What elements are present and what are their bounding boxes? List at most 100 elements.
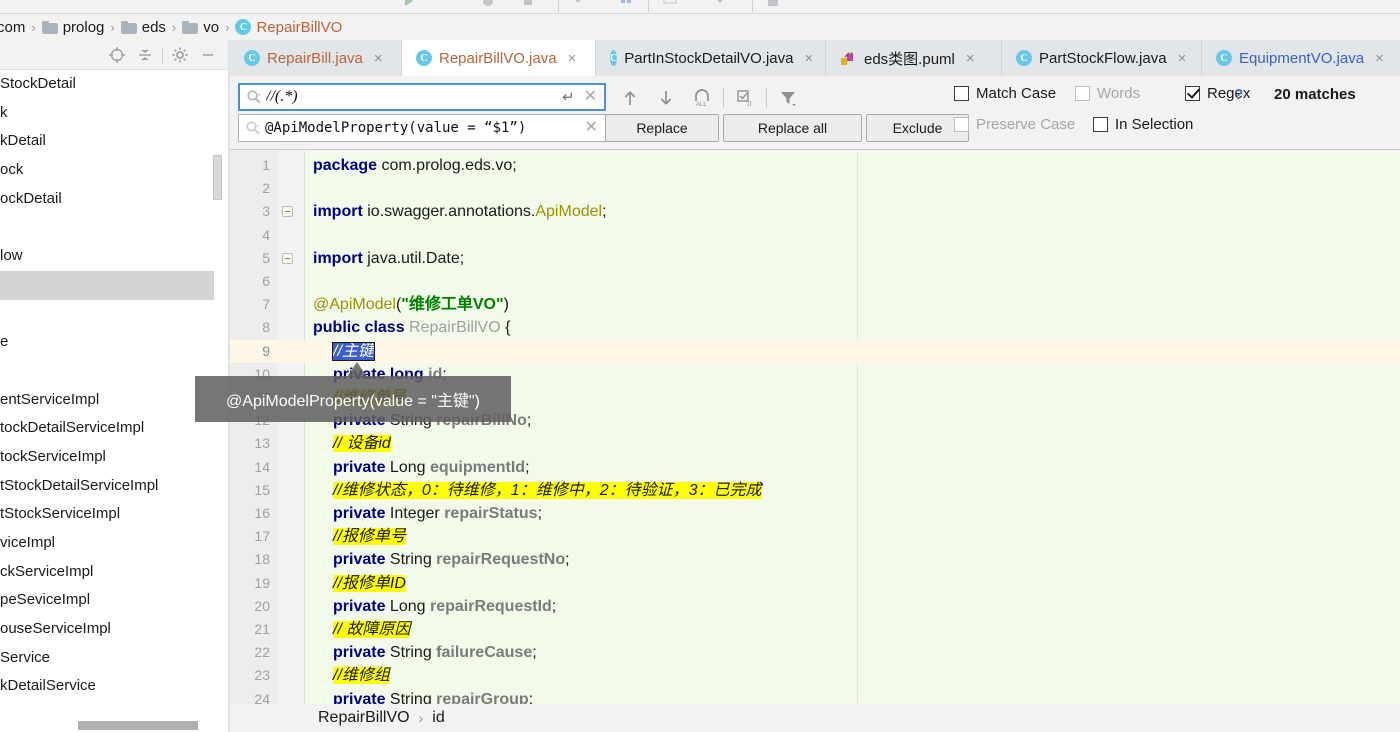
clear-search-icon[interactable]: ✕ [581, 89, 600, 105]
project-tree-item[interactable]: kDetailService [0, 672, 214, 701]
code-line[interactable]: 22 private String failureCause; [230, 641, 1400, 664]
code-fold-toggle-icon[interactable] [282, 206, 293, 218]
editor-tab-partinstockdetailvojava[interactable]: C PartInStockDetailVO.java × [596, 40, 826, 76]
project-tree-item[interactable] [0, 270, 214, 300]
status-breadcrumb-member[interactable]: id [432, 709, 444, 727]
hide-panel-icon[interactable] [194, 43, 222, 67]
project-tree-item[interactable]: tockServiceImpl [0, 443, 214, 472]
find-nav-toolbar[interactable]: ALL II [612, 84, 806, 112]
project-tree-item[interactable]: k [0, 99, 214, 128]
project-tree-item[interactable]: ock [0, 156, 214, 185]
project-tree-item[interactable]: e [0, 328, 214, 357]
find-replace-panel[interactable]: //(.*) ↵ ✕ @ApiModelProperty(value = “$1… [230, 76, 1400, 150]
regex-help-icon[interactable]: ? [1234, 86, 1243, 103]
project-tree-item[interactable]: ckServiceImpl [0, 558, 214, 587]
editor-tab-close-icon[interactable]: × [1178, 51, 1187, 66]
code-line[interactable]: 7 @ApiModel("维修工单VO") [230, 293, 1400, 316]
match-case-checkbox[interactable] [954, 86, 969, 101]
project-tree-item[interactable] [0, 213, 214, 242]
save-icon[interactable] [765, 0, 781, 9]
match-case-option[interactable]: Match Case [954, 85, 1056, 102]
code-line[interactable]: 5 import java.util.Date; [230, 247, 1400, 270]
editor-tab-edspuml[interactable]: eds类图.puml × [826, 40, 1002, 76]
in-selection-option[interactable]: In Selection [1093, 116, 1193, 133]
scrollbar-thumb[interactable] [213, 155, 222, 200]
project-tree[interactable]: StockDetail k kDetail ock ockDetail low e entSe… [0, 70, 214, 732]
search-input[interactable]: //(.*) ↵ ✕ [238, 83, 606, 111]
regex-checkbox[interactable] [1185, 86, 1200, 101]
filter-icon[interactable] [770, 84, 806, 112]
code-line[interactable]: 2 [230, 177, 1400, 200]
code-line[interactable]: 18 private String repairRequestNo; [230, 548, 1400, 571]
in-selection-checkbox[interactable] [1093, 117, 1108, 132]
project-tree-item[interactable] [0, 357, 214, 386]
code-line[interactable]: 3 import io.swagger.annotations.ApiModel; [230, 200, 1400, 223]
project-tree-item[interactable]: ockDetail [0, 185, 214, 214]
breadcrumb-item-com[interactable]: com [0, 15, 27, 39]
breadcrumb[interactable]: com › prolog › eds › vo › C RepairBillVO [0, 14, 1400, 40]
project-tree-item[interactable]: StockDetail [0, 70, 214, 99]
editor-tab-repairbillvojava[interactable]: C RepairBillVO.java × [402, 40, 596, 76]
project-tree-hscrollbar[interactable] [78, 721, 198, 730]
code-line[interactable]: 19 //报修单ID [230, 572, 1400, 595]
breadcrumb-item-prolog[interactable]: prolog [40, 15, 107, 39]
project-panel-toolbar[interactable] [0, 40, 230, 70]
enter-arrow-icon[interactable]: ↵ [560, 88, 577, 106]
editor-tab-close-icon[interactable]: × [1375, 51, 1384, 66]
project-tree-item[interactable]: low [0, 242, 214, 271]
project-tree-item[interactable] [0, 300, 214, 329]
chevron-down-icon[interactable] [570, 0, 586, 9]
project-tree-item[interactable]: peSeviceImpl [0, 586, 214, 615]
project-tree-item[interactable]: kDetail [0, 127, 214, 156]
project-tree-item[interactable]: Service [0, 644, 214, 673]
run-icon[interactable] [400, 0, 416, 9]
replace-button[interactable]: Replace [605, 114, 719, 142]
project-tree-item[interactable]: tStockDetailServiceImpl [0, 472, 214, 501]
code-editor[interactable]: 1 package com.prolog.eds.vo; 2 3 import io.s… [230, 151, 1400, 704]
main-toolbar[interactable] [0, 0, 1400, 14]
editor-tab-close-icon[interactable]: × [568, 51, 577, 66]
code-line[interactable]: 13 // 设备id [230, 432, 1400, 455]
status-breadcrumb-class[interactable]: RepairBillVO [318, 709, 410, 727]
editor-tab-bar[interactable]: C RepairBill.java × C RepairBillVO.java × C Par… [230, 40, 1400, 76]
code-line[interactable]: 14 private Long equipmentId; [230, 456, 1400, 479]
breadcrumb-item-repairbillvo[interactable]: C RepairBillVO [233, 15, 344, 39]
preserve-case-checkbox[interactable] [954, 117, 969, 132]
select-all-occurrences-icon[interactable]: ALL [684, 84, 720, 112]
debug-icon[interactable] [480, 0, 496, 9]
scroll-from-source-icon[interactable] [103, 43, 131, 67]
editor-tab-close-icon[interactable]: × [374, 51, 383, 66]
words-option[interactable]: Words [1075, 85, 1140, 102]
code-line[interactable]: 17 //报修单号 [230, 525, 1400, 548]
multiline-mode-icon[interactable]: II [727, 84, 763, 112]
project-tree-item[interactable]: viceImpl [0, 529, 214, 558]
preserve-case-option[interactable]: Preserve Case [954, 116, 1075, 133]
code-line[interactable]: 15 //维修状态，0：待维修，1：维修中，2：待验证，3：已完成 [230, 479, 1400, 502]
breadcrumb-item-eds[interactable]: eds [119, 15, 168, 39]
status-breadcrumb[interactable]: RepairBillVO › id [230, 704, 1400, 732]
project-tree-item[interactable]: tStockServiceImpl [0, 500, 214, 529]
code-line[interactable]: 20 private Long repairRequestId; [230, 595, 1400, 618]
code-line[interactable]: 16 private Integer repairStatus; [230, 502, 1400, 525]
code-line[interactable]: 24 private String repairGroup; [230, 688, 1400, 704]
editor-tab-close-icon[interactable]: × [804, 51, 813, 66]
code-line[interactable]: 23 //维修组 [230, 664, 1400, 687]
code-line[interactable]: 4 [230, 224, 1400, 247]
search-icon[interactable] [246, 89, 262, 105]
editor-tab-equipmentvojava[interactable]: C EquipmentVO.java × [1202, 40, 1400, 76]
project-tree-item[interactable]: entServiceImpl [0, 386, 214, 415]
replace-all-button[interactable]: Replace all [723, 114, 862, 142]
settings-gear-icon[interactable] [166, 43, 194, 67]
code-line[interactable]: 1 package com.prolog.eds.vo; [230, 154, 1400, 177]
find-previous-icon[interactable] [612, 84, 648, 112]
code-line[interactable]: 8 public class RepairBillVO { [230, 316, 1400, 339]
chevron-down-icon-2[interactable] [712, 0, 728, 9]
search-icon[interactable] [245, 120, 261, 136]
stop-icon[interactable] [520, 0, 536, 9]
replace-input[interactable]: @ApiModelProperty(value = “$1”) ✕ [238, 114, 606, 142]
editor-tab-close-icon[interactable]: × [966, 51, 975, 66]
collapse-all-icon[interactable] [131, 43, 159, 67]
project-tree-item[interactable]: ouseServiceImpl [0, 615, 214, 644]
clear-replace-icon[interactable]: ✕ [582, 120, 601, 136]
coverage-icon[interactable] [618, 0, 634, 9]
